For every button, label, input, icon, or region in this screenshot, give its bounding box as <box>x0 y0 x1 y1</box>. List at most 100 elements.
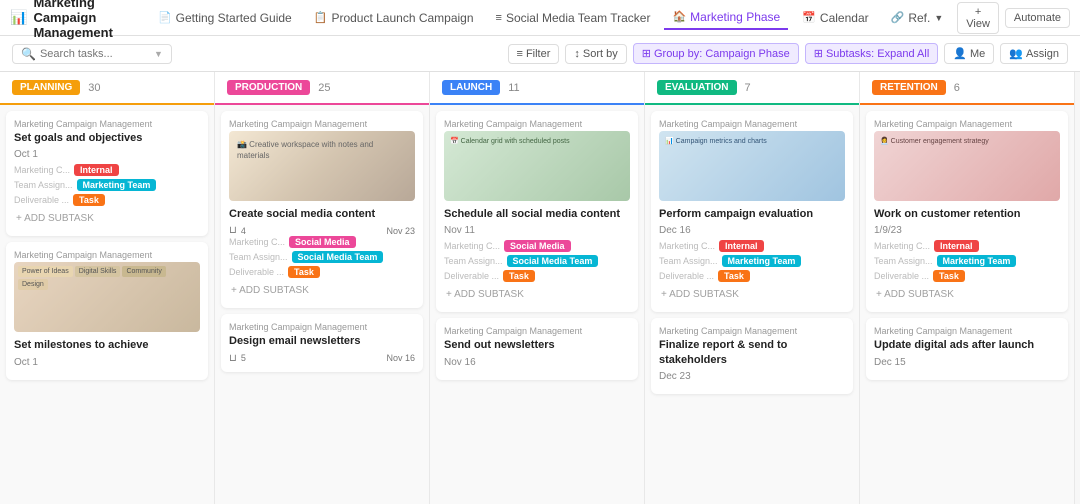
card-meta: Marketing Campaign Management <box>874 326 1060 336</box>
card-date: Nov 11 <box>444 225 630 236</box>
card-field-row: Deliverable ...Task <box>14 194 200 206</box>
tab-getting-started[interactable]: 📄 Getting Started Guide <box>150 7 300 29</box>
card-title: Update digital ads after launch <box>874 338 1060 352</box>
group-by-button[interactable]: ⊞ Group by: Campaign Phase <box>633 43 799 64</box>
card-meta: Marketing Campaign Management <box>659 119 845 129</box>
column-header-planning: PLANNING 30 <box>0 72 214 105</box>
table-row[interactable]: Marketing Campaign ManagementDesign emai… <box>221 314 423 371</box>
column-header-launch: LAUNCH 11 <box>430 72 644 105</box>
me-button[interactable]: 👤 Me <box>944 43 994 64</box>
card-date: Nov 16 <box>444 357 630 368</box>
tag: Social Media Team <box>292 251 384 263</box>
field-label: Deliverable ... <box>229 267 284 277</box>
card-image: 📸 Creative workspace with notes and mate… <box>229 131 415 201</box>
phase-badge-evaluation: EVALUATION <box>657 80 737 95</box>
subtasks-icon: ⊞ <box>814 47 823 60</box>
subtask-icon: ⊔ <box>229 353 237 364</box>
app-icon: 📊 <box>10 9 27 26</box>
column-header-production: PRODUCTION 25 <box>215 72 429 105</box>
table-row[interactable]: Marketing Campaign Management📊 Campaign … <box>651 111 853 312</box>
add-subtask-button[interactable]: + ADD SUBTASK <box>874 285 1060 304</box>
field-label: Marketing C... <box>874 241 930 251</box>
field-label: Team Assign... <box>444 256 503 266</box>
column-body-evaluation: Marketing Campaign Management📊 Campaign … <box>645 105 859 504</box>
tab-calendar[interactable]: 📅 Calendar <box>794 7 876 29</box>
add-subtask-button[interactable]: + ADD SUBTASK <box>14 209 200 228</box>
card-image: 👩‍💼 Customer engagement strategy <box>874 131 1060 201</box>
field-label: Deliverable ... <box>659 271 714 281</box>
phase-badge-retention: RETENTION <box>872 80 946 95</box>
column-production: PRODUCTION 25 Marketing Campaign Managem… <box>215 72 430 504</box>
tag: Marketing Team <box>77 179 157 191</box>
filter-icon: ≡ <box>517 48 523 60</box>
column-header-retention: RETENTION 6 <box>860 72 1074 105</box>
column-count-retention: 6 <box>954 82 960 94</box>
automate-button[interactable]: Automate <box>1005 8 1070 28</box>
column-body-production: Marketing Campaign Management📸 Creative … <box>215 105 429 504</box>
tab-product-launch[interactable]: 📋 Product Launch Campaign <box>306 7 482 29</box>
card-meta: Marketing Campaign Management <box>874 119 1060 129</box>
card-subtask-info: ⊔ 5 Nov 16 <box>229 353 415 364</box>
table-row[interactable]: Marketing Campaign Management 👩‍💼 Custome… <box>866 111 1068 312</box>
tab-marketing-phase[interactable]: 🏠 Marketing Phase <box>664 6 788 30</box>
tab-ref[interactable]: 🔗 Ref. ▼ <box>883 7 952 29</box>
add-subtask-button[interactable]: + ADD SUBTASK <box>444 285 630 304</box>
assign-icon: 👥 <box>1009 47 1023 60</box>
column-retention: RETENTION 6 Marketing Campaign Managemen… <box>860 72 1075 504</box>
table-row[interactable]: Marketing Campaign Management Finalize re… <box>651 318 853 394</box>
column-count-planning: 30 <box>88 82 100 94</box>
field-label: Deliverable ... <box>874 271 929 281</box>
add-view-button[interactable]: + View <box>957 2 999 34</box>
card-meta: Marketing Campaign Management <box>14 250 200 260</box>
table-row[interactable]: Marketing Campaign Management📅 Calendar … <box>436 111 638 312</box>
card-title: Set goals and objectives <box>14 131 200 145</box>
column-count-production: 25 <box>318 82 330 94</box>
card-date: Nov 16 <box>386 353 415 363</box>
card-field-row: Deliverable ... Task <box>874 270 1060 282</box>
card-meta: Marketing Campaign Management <box>14 119 200 129</box>
calendar-icon: 📅 <box>802 11 816 24</box>
card-field-row: Marketing C...Internal <box>874 240 1060 252</box>
card-field-row: Team Assign... Social Media Team <box>444 255 630 267</box>
assign-button[interactable]: 👥 Assign <box>1000 43 1068 64</box>
column-launch: LAUNCH 11 Marketing Campaign Management📅… <box>430 72 645 504</box>
sort-icon: ↕ <box>574 48 580 60</box>
card-meta: Marketing Campaign Management <box>444 119 630 129</box>
card-title: Set milestones to achieve <box>14 338 200 352</box>
search-box[interactable]: 🔍 ▼ <box>12 44 172 64</box>
add-subtask-button[interactable]: + ADD SUBTASK <box>659 285 845 304</box>
card-meta: Marketing Campaign Management <box>444 326 630 336</box>
card-field-row: Team Assign...Marketing Team <box>874 255 1060 267</box>
table-row[interactable]: Marketing Campaign Management📸 Creative … <box>221 111 423 308</box>
field-label: Team Assign... <box>659 256 718 266</box>
table-row[interactable]: Marketing Campaign Management Set goals a… <box>6 111 208 236</box>
column-count-evaluation: 7 <box>745 82 751 94</box>
table-row[interactable]: Marketing Campaign Management Update digi… <box>866 318 1068 379</box>
search-input[interactable] <box>40 48 150 60</box>
grid-icon: ≡ <box>496 12 502 24</box>
card-title: Create social media content <box>229 207 415 221</box>
tag: Task <box>933 270 965 282</box>
tag: Social Media Team <box>507 255 599 267</box>
card-field-row: Marketing C...Social Media <box>444 240 630 252</box>
app-title: Marketing Campaign Management <box>33 0 136 40</box>
card-meta: Marketing Campaign Management <box>659 326 845 336</box>
table-row[interactable]: Marketing Campaign Management Power of I… <box>6 242 208 379</box>
tag: Task <box>718 270 750 282</box>
tag: Internal <box>719 240 764 252</box>
card-date: Nov 23 <box>386 226 415 236</box>
sort-button[interactable]: ↕ Sort by <box>565 44 626 64</box>
column-body-launch: Marketing Campaign Management📅 Calendar … <box>430 105 644 504</box>
filter-button[interactable]: ≡ Filter <box>508 44 560 64</box>
tab-social-media-tracker[interactable]: ≡ Social Media Team Tracker <box>488 7 659 29</box>
subtasks-button[interactable]: ⊞ Subtasks: Expand All <box>805 43 939 64</box>
doc-icon: 📄 <box>158 11 172 24</box>
card-title: Finalize report & send to stakeholders <box>659 338 845 367</box>
add-subtask-button[interactable]: + ADD SUBTASK <box>229 281 415 300</box>
column-evaluation: EVALUATION 7 Marketing Campaign Manageme… <box>645 72 860 504</box>
tag: Marketing Team <box>722 255 802 267</box>
filter-actions: ≡ Filter ↕ Sort by ⊞ Group by: Campaign … <box>508 43 1068 64</box>
subtask-icon: ⊔ <box>229 225 237 236</box>
table-row[interactable]: Marketing Campaign ManagementSend out ne… <box>436 318 638 379</box>
home-icon: 🏠 <box>672 10 686 23</box>
